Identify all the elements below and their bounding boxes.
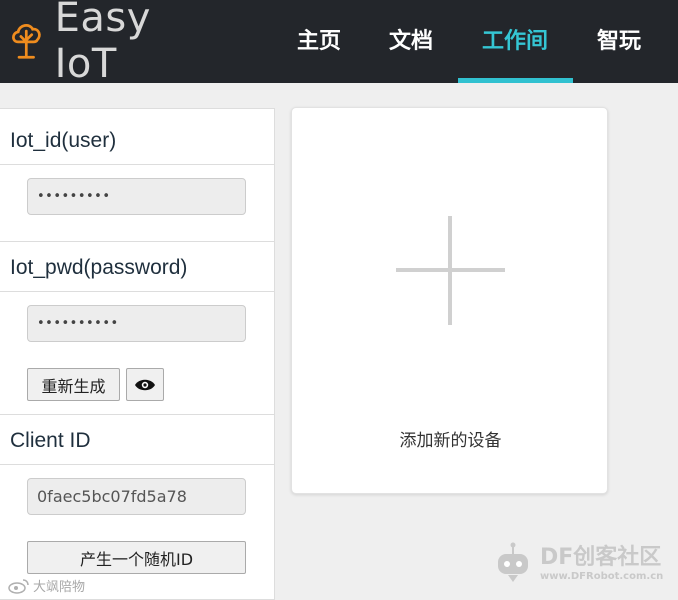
add-device-label: 添加新的设备 xyxy=(399,431,502,451)
watermark-brand: DF创客社区 xyxy=(540,544,662,570)
generate-random-id-button[interactable]: 产生一个随机ID xyxy=(27,541,246,574)
watermark-right: DF创客社区 www.DFRobot.com.cn xyxy=(490,540,678,586)
watermark-url: www.DFRobot.com.cn xyxy=(540,570,664,582)
client-id-title: Client ID xyxy=(10,429,91,452)
watermark-left: 大飒陪物 xyxy=(8,576,85,595)
show-password-button[interactable] xyxy=(126,368,164,401)
nav-smart-play[interactable]: 智玩 xyxy=(588,0,650,83)
eye-icon xyxy=(135,379,155,390)
logo-text: Easy IoT xyxy=(54,0,151,87)
client-id-field[interactable]: 0faec5bc07fd5a78 xyxy=(27,478,246,515)
divider xyxy=(0,414,275,415)
top-navbar: Easy IoT 主页 文档 工作间 智玩 xyxy=(0,0,678,87)
iot-id-field[interactable]: ••••••••• xyxy=(27,178,246,215)
nav-docs[interactable]: 文档 xyxy=(380,0,442,83)
robot-icon xyxy=(498,542,528,582)
iot-pwd-title: Iot_pwd(password) xyxy=(10,256,188,279)
divider xyxy=(0,464,275,465)
active-tab-indicator xyxy=(458,78,573,83)
iot-pwd-field[interactable]: •••••••••• xyxy=(27,305,246,342)
logo[interactable]: Easy IoT xyxy=(10,0,210,87)
weibo-icon xyxy=(8,578,29,594)
divider xyxy=(0,291,275,292)
iot-id-title: Iot_id(user) xyxy=(10,129,117,152)
nav-workspace[interactable]: 工作间 xyxy=(474,0,556,83)
watermark-left-text: 大飒陪物 xyxy=(33,580,86,595)
add-device-card[interactable]: 添加新的设备 xyxy=(291,107,608,494)
regenerate-button[interactable]: 重新生成 xyxy=(27,368,120,401)
cloud-tree-icon xyxy=(12,24,41,59)
credentials-panel: Iot_id(user) ••••••••• Iot_pwd(password)… xyxy=(0,108,275,600)
divider xyxy=(0,241,275,242)
nav-home[interactable]: 主页 xyxy=(288,0,350,83)
divider xyxy=(0,164,275,165)
